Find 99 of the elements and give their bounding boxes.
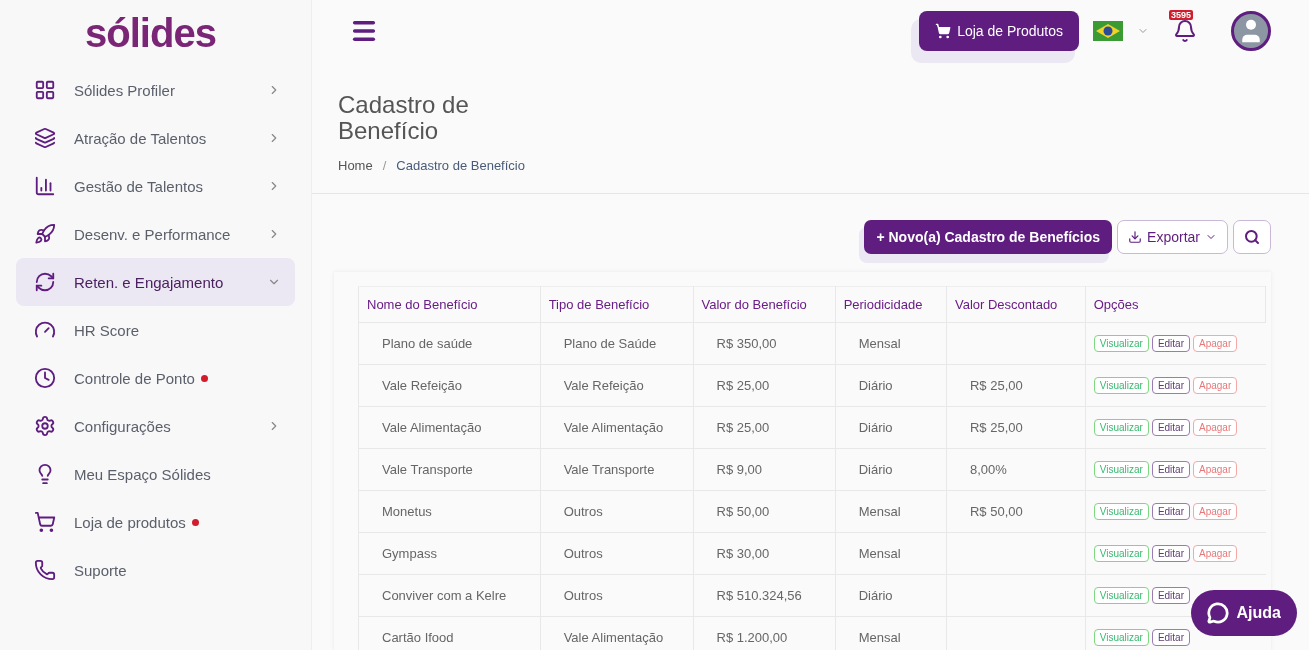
sidebar-item[interactable]: Controle de Ponto — [16, 354, 295, 402]
sidebar-item-label: Suporte — [74, 561, 127, 579]
edit-button[interactable]: Editar — [1151, 419, 1190, 436]
sidebar-item-label: Meu Espaço Sólides — [74, 465, 211, 483]
edit-button[interactable]: Editar — [1151, 587, 1190, 604]
menu-item-icon — [34, 559, 56, 581]
sidebar-item-label: Atração de Talentos — [74, 129, 207, 147]
table-cell: R$ 25,00 — [716, 420, 770, 435]
column-header: Nome do Benefício — [358, 286, 541, 323]
search-button[interactable] — [1233, 220, 1271, 254]
sidebar-item-label: Sólides Profiler — [74, 81, 175, 99]
sidebar-item[interactable]: Desenv. e Performance — [16, 210, 295, 258]
download-icon — [1128, 230, 1143, 244]
flag-icon[interactable] — [1093, 21, 1123, 41]
sidebar-item[interactable]: Loja de produtos — [16, 498, 295, 546]
chat-bubble-icon — [1206, 602, 1229, 624]
sidebar-item[interactable]: Sólides Profiler — [16, 66, 295, 114]
table-cell: R$ 25,00 — [969, 420, 1023, 435]
alert-dot — [191, 518, 199, 526]
table-cell: Diário — [858, 378, 893, 393]
table-cell: Plano de saúde — [382, 336, 473, 351]
table-cell: Monetus — [382, 504, 432, 519]
sidebar-item[interactable]: Meu Espaço Sólides — [16, 450, 295, 498]
notification-badge: 3595 — [1169, 10, 1194, 20]
table-cell: Vale Alimentação — [563, 420, 664, 435]
table-cell: Vale Refeição — [382, 378, 462, 393]
breadcrumb-separator: / — [382, 158, 387, 173]
breadcrumb-link[interactable]: Home — [338, 158, 373, 173]
sidebar-item-label: Configurações — [74, 417, 171, 435]
bell-icon[interactable] — [1173, 19, 1197, 43]
table-cell: R$ 1.200,00 — [716, 630, 788, 645]
table-cell: Outros — [563, 588, 603, 603]
column-header: Opções — [1085, 286, 1266, 323]
table-cell: Outros — [563, 504, 603, 519]
menu-item-icon — [34, 415, 56, 437]
column-header: Valor Descontado — [946, 286, 1086, 323]
table-cell: R$ 9,00 — [716, 462, 763, 477]
table-cell: Plano de Saúde — [563, 336, 657, 351]
sidebar-item[interactable]: Atração de Talentos — [16, 114, 295, 162]
logo: sólides — [84, 9, 217, 57]
sidebar-item[interactable]: Gestão de Talentos — [16, 162, 295, 210]
menu-item-icon — [34, 223, 56, 245]
table-cell: Vale Transporte — [563, 462, 655, 477]
column-header: Tipo de Benefício — [540, 286, 693, 323]
table-cell: Diário — [858, 588, 893, 603]
table-cell: Mensal — [858, 546, 901, 561]
alert-dot — [200, 374, 208, 382]
table-cell: Mensal — [858, 504, 901, 519]
avatar[interactable] — [1231, 11, 1271, 51]
breadcrumb-link[interactable]: Cadastro de Benefício — [396, 158, 525, 173]
cart-icon — [935, 23, 952, 39]
menu-item-icon — [34, 511, 56, 533]
column-header: Valor do Benefício — [693, 286, 836, 323]
table-cell: Vale Alimentação — [382, 420, 482, 435]
sidebar-item-label: Desenv. e Performance — [74, 225, 231, 243]
table-cell: Vale Refeição — [563, 378, 644, 393]
table-cell: 8,00% — [969, 462, 1007, 477]
table-cell: Cartão Ifood — [382, 630, 454, 645]
table-cell: R$ 30,00 — [716, 546, 770, 561]
sidebar-item[interactable]: Reten. e Engajamento — [16, 258, 295, 306]
sidebar-item[interactable]: Configurações — [16, 402, 295, 450]
edit-button[interactable]: Editar — [1151, 335, 1190, 352]
sidebar-item[interactable]: Suporte — [16, 546, 295, 594]
menu-item-icon — [34, 175, 56, 197]
table-cell: Diário — [858, 420, 893, 435]
edit-button[interactable]: Editar — [1151, 545, 1190, 562]
table-cell: Outros — [563, 546, 603, 561]
sidebar-item-label: Gestão de Talentos — [74, 177, 203, 195]
table-cell: R$ 25,00 — [716, 378, 770, 393]
table-cell: R$ 25,00 — [969, 378, 1023, 393]
menu-item-icon — [34, 271, 56, 293]
table-cell: Gympass — [382, 546, 437, 561]
menu-item-icon — [34, 127, 56, 149]
sidebar-item-label: Controle de Ponto — [74, 369, 195, 387]
menu-item-icon — [34, 79, 56, 101]
page-title: Cadastro de Benefício — [338, 92, 470, 144]
table-cell: R$ 50,00 — [716, 504, 770, 519]
column-header: Periodicidade — [835, 286, 947, 323]
table-cell: Conviver com a Kelre — [382, 588, 507, 603]
table-cell: Vale Transporte — [382, 462, 473, 477]
table-cell: R$ 50,00 — [969, 504, 1023, 519]
table-cell: R$ 350,00 — [716, 336, 777, 351]
search-icon — [1244, 229, 1260, 245]
help-button[interactable]: Ajuda — [1190, 590, 1297, 636]
sidebar-item-label: Loja de produtos — [74, 513, 186, 531]
edit-button[interactable]: Editar — [1151, 461, 1190, 478]
sidebar-item-label: HR Score — [74, 321, 140, 339]
sidebar-item[interactable]: HR Score — [16, 306, 295, 354]
menu-item-icon — [34, 367, 56, 389]
table-cell: Vale Alimentação — [563, 630, 664, 645]
edit-button[interactable]: Editar — [1151, 629, 1190, 646]
export-button[interactable]: Exportar — [1117, 220, 1228, 254]
table-cell: Mensal — [858, 336, 901, 351]
table-cell: Mensal — [858, 630, 901, 645]
sidebar-item-label: Reten. e Engajamento — [74, 273, 224, 291]
table-cell: R$ 510.324,56 — [716, 588, 802, 603]
table-cell: Diário — [858, 462, 893, 477]
edit-button[interactable]: Editar — [1151, 377, 1190, 394]
edit-button[interactable]: Editar — [1151, 503, 1190, 520]
